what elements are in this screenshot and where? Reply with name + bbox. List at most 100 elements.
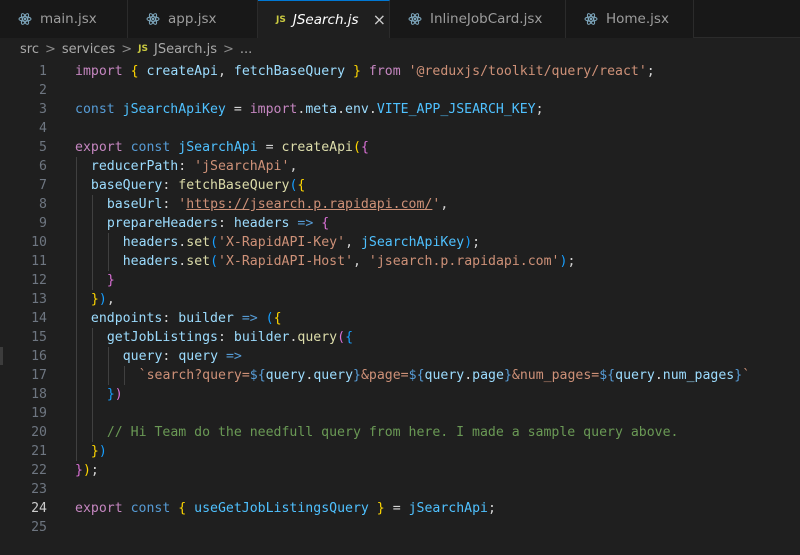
code-line[interactable]: 16 query: query => [0, 347, 800, 366]
code-text: endpoints: builder => ({ [90, 311, 282, 326]
code-line[interactable]: 14 endpoints: builder => ({ [0, 309, 800, 328]
code-text: }); [75, 463, 99, 478]
code-line[interactable]: 19 [0, 404, 800, 423]
code-text: headers.set('X-RapidAPI-Host', 'jsearch.… [122, 254, 576, 269]
code-line[interactable]: 18 }) [0, 385, 800, 404]
code-line[interactable]: 20 // Hi Team do the needfull query from… [0, 423, 800, 442]
tab-label: Home.jsx [606, 11, 669, 27]
line-number: 17 [31, 368, 47, 383]
code-text: export const { useGetJobListingsQuery } … [75, 501, 496, 516]
indent-guide [91, 195, 93, 290]
line-number: 24 [31, 501, 47, 516]
close-icon[interactable]: × [373, 11, 386, 28]
code-text: }), [90, 292, 115, 307]
tab-label: InlineJobCard.jsx [430, 11, 543, 27]
tab-app-jsx[interactable]: app.jsx [128, 0, 258, 38]
code-line[interactable]: 17 `search?query=${query.query}&page=${q… [0, 366, 800, 385]
line-number: 15 [31, 330, 47, 345]
line-number: 25 [31, 520, 47, 535]
chevron-right-icon: > [44, 41, 56, 57]
code-text: import { createApi, fetchBaseQuery } fro… [75, 64, 655, 79]
react-icon [584, 12, 598, 26]
code-line[interactable]: 5 export const jSearchApi = createApi({ [0, 138, 800, 157]
code-text: query: query => [122, 349, 242, 364]
code-text: `search?query=${query.query}&page=${quer… [138, 368, 751, 383]
tab-jsearch-js[interactable]: JS JSearch.js × [258, 0, 390, 38]
code-line[interactable]: 24 export const { useGetJobListingsQuery … [0, 499, 800, 518]
code-text: getJobListings: builder.query({ [106, 330, 354, 345]
tab-label: main.jsx [40, 11, 97, 27]
line-number: 18 [31, 387, 47, 402]
tab-inlinejobcard-jsx[interactable]: InlineJobCard.jsx [390, 0, 566, 38]
react-icon [18, 12, 32, 26]
line-number: 12 [31, 273, 47, 288]
line-number: 14 [31, 311, 47, 326]
code-line[interactable]: 1 import { createApi, fetchBaseQuery } fr… [0, 62, 800, 81]
js-icon: JS [138, 44, 148, 54]
indent-guide [76, 157, 77, 461]
code-line[interactable]: 8 baseUrl: 'https://jsearch.p.rapidapi.c… [0, 195, 800, 214]
code-text: reducerPath: 'jSearchApi', [90, 159, 298, 174]
code-line[interactable]: 15 getJobListings: builder.query({ [0, 328, 800, 347]
line-number: 20 [31, 425, 47, 440]
line-number: 5 [39, 140, 47, 155]
tab-bar: main.jsx app.jsx JS JSearch.js × InlineJ… [0, 0, 800, 38]
line-number: 2 [39, 83, 47, 98]
code-line[interactable]: 10 headers.set('X-RapidAPI-Key', jSearch… [0, 233, 800, 252]
line-number: 19 [31, 406, 47, 421]
code-text: } [106, 273, 115, 288]
code-text: prepareHeaders: headers => { [106, 216, 330, 231]
breadcrumb-item-services[interactable]: services [62, 42, 115, 57]
line-number: 11 [31, 254, 47, 269]
code-text: // Hi Team do the needfull query from he… [106, 425, 679, 440]
code-editor[interactable]: 1 import { createApi, fetchBaseQuery } fr… [0, 60, 800, 555]
line-number: 22 [31, 463, 47, 478]
code-line[interactable]: 12 } [0, 271, 800, 290]
line-number: 4 [39, 121, 47, 136]
code-text: export const jSearchApi = createApi({ [75, 140, 369, 155]
code-line[interactable]: 7 baseQuery: fetchBaseQuery({ [0, 176, 800, 195]
code-line[interactable]: 4 [0, 119, 800, 138]
line-number: 7 [39, 178, 47, 193]
breadcrumb-item-file[interactable]: JSearch.js [154, 42, 217, 57]
code-line[interactable]: 22}); [0, 461, 800, 480]
code-line[interactable]: 6 reducerPath: 'jSearchApi', [0, 157, 800, 176]
line-number: 23 [31, 482, 47, 497]
react-icon [146, 12, 160, 26]
chevron-right-icon: > [121, 41, 133, 57]
line-number: 8 [39, 197, 47, 212]
js-icon: JS [276, 14, 286, 25]
line-number: 21 [31, 444, 47, 459]
code-line[interactable]: 25 [0, 518, 800, 537]
code-text: const jSearchApiKey = import.meta.env.VI… [75, 102, 544, 117]
breadcrumb-item-src[interactable]: src [20, 42, 39, 57]
code-text: }) [106, 387, 123, 402]
indent-guide [91, 328, 93, 442]
code-line[interactable]: 2 [0, 81, 800, 100]
chevron-right-icon: > [223, 41, 234, 57]
code-line[interactable]: 23 [0, 480, 800, 499]
code-line[interactable]: 21 }) [0, 442, 800, 461]
line-number: 16 [31, 349, 47, 364]
breadcrumb: src > services > JS JSearch.js > ... [0, 38, 800, 60]
line-number: 3 [39, 102, 47, 117]
react-icon [408, 12, 422, 26]
tab-main-jsx[interactable]: main.jsx [0, 0, 128, 38]
tab-home-jsx[interactable]: Home.jsx [566, 0, 694, 38]
indent-guide [107, 347, 109, 385]
indent-guide [107, 233, 109, 271]
code-text: }) [90, 444, 107, 459]
code-text: baseUrl: 'https://jsearch.p.rapidapi.com… [106, 197, 449, 212]
code-line[interactable]: 3 const jSearchApiKey = import.meta.env.V… [0, 100, 800, 119]
breadcrumb-item-symbols[interactable]: ... [240, 42, 252, 57]
line-number: 13 [31, 292, 47, 307]
line-number: 9 [39, 216, 47, 231]
code-line[interactable]: 9 prepareHeaders: headers => { [0, 214, 800, 233]
tab-label: app.jsx [168, 11, 217, 27]
code-line[interactable]: 13 }), [0, 290, 800, 309]
line-number: 1 [39, 64, 47, 79]
indent-guide [123, 366, 125, 385]
code-line[interactable]: 11 headers.set('X-RapidAPI-Host', 'jsear… [0, 252, 800, 271]
line-number: 6 [39, 159, 47, 174]
tab-label: JSearch.js [292, 11, 359, 28]
